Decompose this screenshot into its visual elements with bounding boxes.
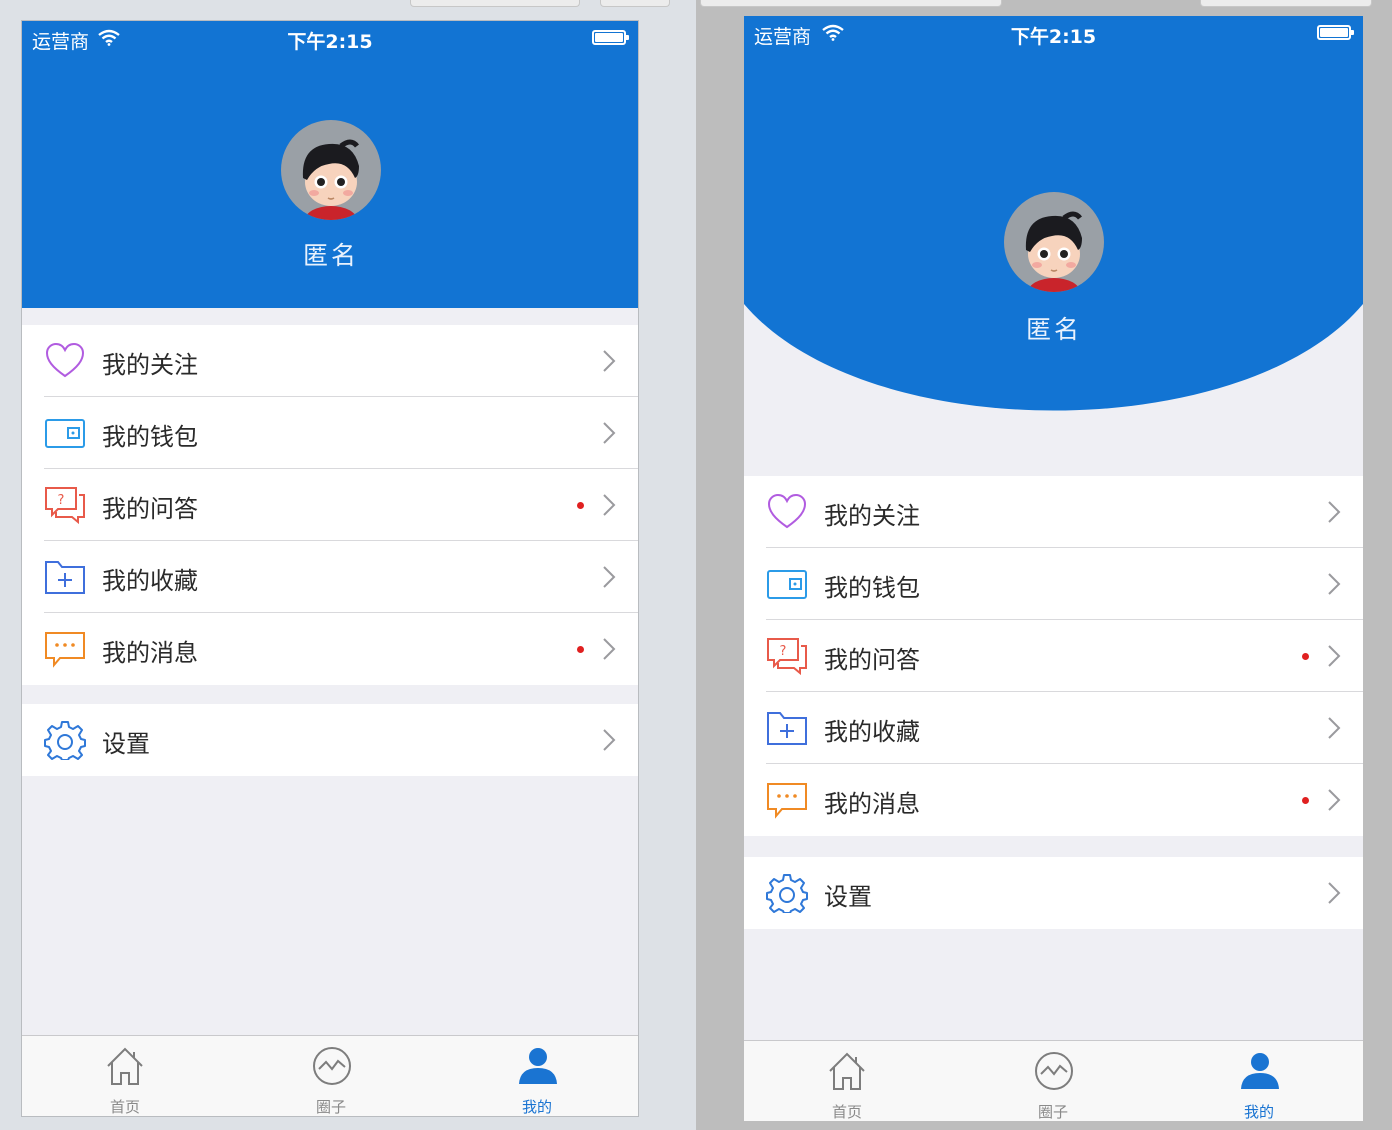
- menu-item-label: 我的消息: [102, 639, 198, 667]
- window-tab: [1200, 0, 1372, 7]
- menu-item-label: 我的收藏: [102, 567, 198, 595]
- chevron-right-icon: [1328, 717, 1341, 739]
- message-dots-icon: [45, 632, 85, 668]
- menu-group: 我的关注 我的钱包 ? 我的问答 我的收藏 我的消息: [22, 325, 638, 685]
- question-chat-icon: ?: [767, 638, 807, 676]
- menu-item-label: 我的问答: [102, 495, 198, 523]
- wallet-icon: [767, 570, 807, 599]
- avatar-face-icon: [302, 139, 359, 220]
- chevron-right-icon: [1328, 645, 1341, 667]
- menu-item-label: 我的关注: [102, 351, 198, 379]
- chevron-right-icon: [603, 729, 616, 751]
- tab-bar: 首页 圈子 我的: [22, 1035, 638, 1116]
- menu-item-label: 我的问答: [824, 646, 920, 674]
- pulse-circle-icon: [1035, 1052, 1073, 1090]
- folder-plus-icon: [767, 712, 807, 745]
- tab-label: 首页: [831, 1103, 862, 1121]
- notification-dot: [577, 646, 584, 653]
- menu-item-label: 我的收藏: [824, 718, 920, 746]
- menu-item-label: 设置: [824, 883, 872, 911]
- chevron-right-icon: [1328, 882, 1341, 904]
- notification-dot: [577, 502, 584, 509]
- chevron-right-icon: [603, 422, 616, 444]
- notification-dot: [1302, 653, 1309, 660]
- tab-label: 圈子: [315, 1098, 346, 1116]
- svg-text:?: ?: [780, 644, 787, 659]
- avatar[interactable]: [1004, 192, 1104, 292]
- chevron-right-icon: [603, 638, 616, 660]
- phone-screen-flat-header: 运营商 下午2:15 匿名 我的关注 我的钱包 ? 我的问答 我的收藏 我的消息…: [21, 20, 639, 1117]
- profile-header: 运营商 下午2:15 匿名: [22, 21, 638, 308]
- message-dots-icon: [767, 783, 807, 819]
- heart-icon: [45, 342, 85, 378]
- avatar[interactable]: [281, 120, 381, 220]
- menu-item-wallet[interactable]: 我的钱包: [744, 548, 1363, 620]
- chevron-right-icon: [1328, 501, 1341, 523]
- gear-icon: [766, 874, 808, 913]
- menu-item-label: 我的钱包: [102, 423, 198, 451]
- menu-item-settings[interactable]: 设置: [744, 857, 1363, 929]
- settings-group: 设置: [744, 857, 1363, 929]
- window-tab: [700, 0, 1002, 7]
- question-chat-icon: ?: [45, 487, 85, 525]
- window-tab: [600, 0, 670, 7]
- status-bar: 运营商 下午2:15: [744, 16, 1363, 52]
- clock: 下午2:15: [1010, 26, 1097, 48]
- menu-item-wallet[interactable]: 我的钱包: [22, 397, 638, 469]
- status-bar: 运营商 下午2:15: [22, 21, 638, 57]
- gear-icon: [44, 721, 86, 760]
- chevron-right-icon: [603, 350, 616, 372]
- menu-item-follow[interactable]: 我的关注: [744, 476, 1363, 548]
- menu-item-label: 设置: [102, 730, 150, 758]
- avatar-face-icon: [1025, 211, 1082, 292]
- menu-item-label: 我的消息: [824, 790, 920, 818]
- tab-mine[interactable]: 我的: [1156, 1041, 1362, 1121]
- clock: 下午2:15: [287, 31, 373, 53]
- menu-group: 我的关注 我的钱包 ? 我的问答 我的收藏 我的消息: [744, 476, 1363, 836]
- menu-item-qa[interactable]: ? 我的问答: [744, 620, 1363, 692]
- chevron-right-icon: [603, 566, 616, 588]
- tab-label: 我的: [521, 1098, 552, 1116]
- settings-group: 设置: [22, 704, 638, 776]
- profile-name: 匿名: [302, 241, 359, 270]
- heart-icon: [767, 493, 807, 529]
- chevron-right-icon: [1328, 789, 1341, 811]
- user-icon: [519, 1048, 557, 1084]
- tab-label: 首页: [109, 1098, 140, 1116]
- wallet-icon: [45, 419, 85, 448]
- menu-item-follow[interactable]: 我的关注: [22, 325, 638, 397]
- tab-label: 圈子: [1037, 1103, 1068, 1121]
- tab-circle[interactable]: 圈子: [950, 1041, 1156, 1121]
- profile-name: 匿名: [1025, 315, 1082, 344]
- tab-home[interactable]: 首页: [22, 1036, 228, 1116]
- menu-item-favorites[interactable]: 我的收藏: [22, 541, 638, 613]
- svg-text:?: ?: [58, 493, 65, 508]
- home-icon: [829, 1052, 865, 1090]
- window-tab: [410, 0, 580, 7]
- folder-plus-icon: [45, 561, 85, 594]
- menu-item-label: 我的关注: [824, 502, 920, 530]
- menu-item-label: 我的钱包: [824, 574, 920, 602]
- menu-item-qa[interactable]: ? 我的问答: [22, 469, 638, 541]
- notification-dot: [1302, 797, 1309, 804]
- tab-circle[interactable]: 圈子: [228, 1036, 434, 1116]
- phone-screen-curved-header: 运营商 下午2:15 匿名 我的关注 我的钱包 ? 我的问答 我的收藏 我的消息…: [744, 16, 1363, 1121]
- tab-bar: 首页 圈子 我的: [744, 1040, 1363, 1121]
- home-icon: [107, 1047, 143, 1085]
- chevron-right-icon: [603, 494, 616, 516]
- menu-item-messages[interactable]: 我的消息: [744, 764, 1363, 836]
- user-icon: [1241, 1053, 1279, 1089]
- menu-item-favorites[interactable]: 我的收藏: [744, 692, 1363, 764]
- tab-label: 我的: [1243, 1103, 1274, 1121]
- menu-item-settings[interactable]: 设置: [22, 704, 638, 776]
- tab-mine[interactable]: 我的: [434, 1036, 638, 1116]
- menu-item-messages[interactable]: 我的消息: [22, 613, 638, 685]
- battery-icon: [592, 30, 629, 45]
- chevron-right-icon: [1328, 573, 1341, 595]
- pulse-circle-icon: [313, 1047, 351, 1085]
- battery-icon: [1317, 25, 1354, 40]
- tab-home[interactable]: 首页: [744, 1041, 950, 1121]
